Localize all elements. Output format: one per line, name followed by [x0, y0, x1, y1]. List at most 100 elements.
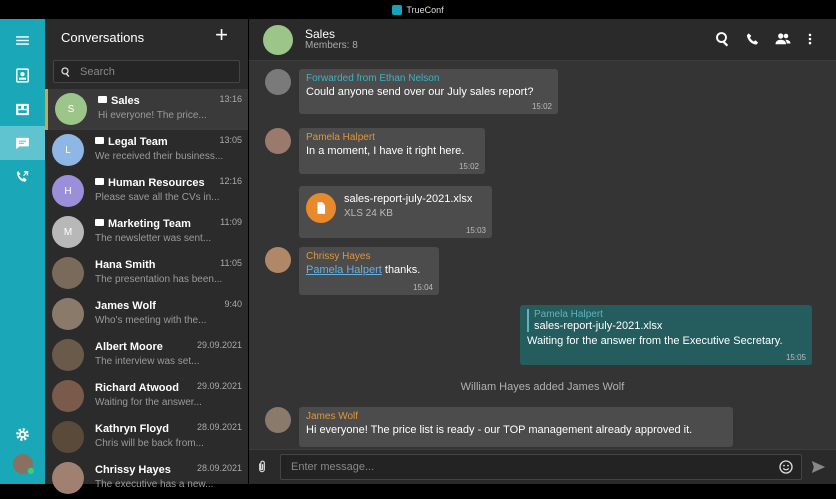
conversation-preview: The newsletter was sent... — [95, 233, 212, 244]
search-input[interactable]: Search — [53, 60, 240, 83]
phone-icon[interactable] — [745, 30, 760, 48]
hamburger-icon — [16, 35, 29, 45]
nav-calls[interactable] — [0, 160, 45, 194]
conversation-item[interactable]: L Legal Team We received their business...… — [45, 130, 248, 171]
conversation-preview: Please save all the CVs in... — [95, 192, 220, 203]
avatar — [265, 407, 291, 433]
file-name: sales-report-july-2021.xlsx — [344, 193, 473, 205]
message-text: Pamela Halpert thanks. — [306, 264, 432, 276]
conversation-time: 28.09.2021 — [196, 463, 242, 473]
conversation-item[interactable]: Hana Smith The presentation has been... 11… — [45, 253, 248, 294]
quote-author: Pamela Halpert — [534, 309, 603, 320]
chat-icon — [16, 137, 29, 149]
avatar — [52, 339, 84, 371]
nav-contacts[interactable] — [0, 58, 45, 92]
group-avatar: L — [52, 134, 84, 166]
conversation-time: 11:05 — [220, 258, 242, 268]
message-time: 15:04 — [412, 283, 433, 292]
avatar — [52, 380, 84, 412]
conversation-preview: Chris will be back from... — [95, 438, 204, 449]
menu-button[interactable] — [0, 23, 45, 57]
file-attachment[interactable]: sales-report-july-2021.xlsx XLS 24 KB 15… — [299, 186, 492, 238]
group-chat-icon — [95, 219, 104, 226]
conversation-item[interactable]: Richard Atwood Waiting for the answer... 2… — [45, 376, 248, 417]
conversation-time: 29.09.2021 — [196, 381, 242, 391]
search-icon[interactable] — [714, 30, 732, 48]
group-chat-icon — [98, 96, 107, 103]
message-bubble[interactable]: Forwarded from Ethan Nelson Could anyone… — [299, 69, 558, 114]
nav-chats[interactable] — [0, 126, 45, 160]
send-icon[interactable] — [810, 459, 827, 475]
conversation-time: 29.09.2021 — [196, 340, 242, 350]
avatar — [52, 257, 84, 289]
message-input[interactable]: Enter message... — [280, 454, 802, 480]
emoji-icon[interactable] — [778, 459, 794, 475]
conversations-header: Conversations + — [45, 19, 248, 55]
app-title: TrueConf — [406, 4, 444, 15]
message-text: Hi everyone! The price list is ready - o… — [306, 424, 693, 436]
conversation-name-text: Kathryn Floyd — [95, 423, 169, 435]
conversation-preview: Waiting for the answer... — [95, 397, 202, 408]
message-author: James Wolf — [306, 411, 359, 422]
message-composer: Enter message... — [249, 449, 836, 484]
trueconf-logo-icon — [392, 4, 403, 15]
avatar — [265, 128, 291, 154]
conversation-item[interactable]: James Wolf Who's meeting with the... 9:40 — [45, 294, 248, 335]
conversation-name: James Wolf — [95, 300, 156, 312]
avatar — [52, 298, 84, 330]
search-placeholder: Search — [80, 65, 115, 78]
conversation-item[interactable]: M Marketing Team The newsletter was sent..… — [45, 212, 248, 253]
conversation-item[interactable]: H Human Resources Please save all the CVs … — [45, 171, 248, 212]
conversation-item[interactable]: Albert Moore The interview was set... 29.0… — [45, 335, 248, 376]
group-avatar: M — [52, 216, 84, 248]
attach-icon[interactable] — [255, 459, 269, 475]
conversation-name: Human Resources — [95, 177, 205, 189]
conversation-preview: The presentation has been... — [95, 274, 223, 285]
conversation-name: Marketing Team — [95, 218, 191, 230]
message-text: Waiting for the answer from the Executiv… — [527, 335, 783, 347]
group-avatar — [263, 25, 293, 55]
conversation-name: Legal Team — [95, 136, 168, 148]
conversation-time: 11:09 — [220, 217, 242, 227]
gear-icon — [16, 427, 29, 441]
conversation-name-text: Sales — [111, 95, 140, 107]
message-text: In a moment, I have it right here. — [306, 145, 465, 157]
forwarded-label: Forwarded from Ethan Nelson — [306, 73, 440, 84]
nav-conferences[interactable] — [0, 92, 45, 126]
message-time: 15:02 — [531, 102, 552, 111]
conversation-item[interactable]: S Sales Hi everyone! The price... 13:16 — [45, 89, 248, 130]
message-bubble[interactable]: Chrissy Hayes Pamela Halpert thanks. 15:… — [299, 247, 439, 295]
conversation-time: 13:16 — [219, 94, 242, 104]
search-icon — [61, 66, 70, 77]
conversation-name-text: Albert Moore — [95, 341, 163, 353]
more-vertical-icon[interactable] — [803, 30, 817, 48]
chat-panel: Sales Members: 8 Forwarded from Ethan Ne… — [249, 19, 836, 484]
conversation-name-text: James Wolf — [95, 300, 156, 312]
new-conversation-button[interactable]: + — [215, 24, 228, 46]
group-avatar: S — [55, 93, 87, 125]
profile-avatar[interactable] — [0, 447, 45, 481]
avatar — [12, 454, 35, 475]
message-bubble[interactable]: James Wolf Hi everyone! The price list i… — [299, 407, 733, 447]
conversation-name-text: Legal Team — [108, 136, 168, 148]
conversation-preview: The interview was set... — [95, 356, 200, 367]
online-status-icon — [26, 467, 35, 475]
quoted-message[interactable]: Pamela Halpert sales-report-july-2021.xl… — [527, 309, 805, 332]
conversation-time: 28.09.2021 — [196, 422, 242, 432]
conversation-name-text: Hana Smith — [95, 259, 156, 271]
message-author: Chrissy Hayes — [306, 251, 371, 262]
own-message-bubble[interactable]: Pamela Halpert sales-report-july-2021.xl… — [520, 305, 812, 365]
participants-icon[interactable] — [773, 30, 793, 48]
conversation-time: 13:05 — [219, 135, 242, 145]
message-list: Forwarded from Ethan Nelson Could anyone… — [249, 62, 836, 459]
message-bubble[interactable]: Pamela Halpert In a moment, I have it ri… — [299, 128, 485, 174]
conversation-preview: Hi everyone! The price... — [98, 110, 207, 121]
conversations-title: Conversations — [61, 29, 145, 45]
conversation-name: Sales — [98, 95, 140, 107]
settings-button[interactable] — [0, 417, 45, 451]
address-book-icon — [16, 67, 29, 83]
conversation-item[interactable]: Chrissy Hayes The executive has a new... 2… — [45, 458, 248, 499]
window-titlebar: TrueConf — [0, 0, 836, 19]
mention-link[interactable]: Pamela Halpert — [306, 264, 382, 276]
conversation-item[interactable]: Kathryn Floyd Chris will be back from... 2… — [45, 417, 248, 458]
